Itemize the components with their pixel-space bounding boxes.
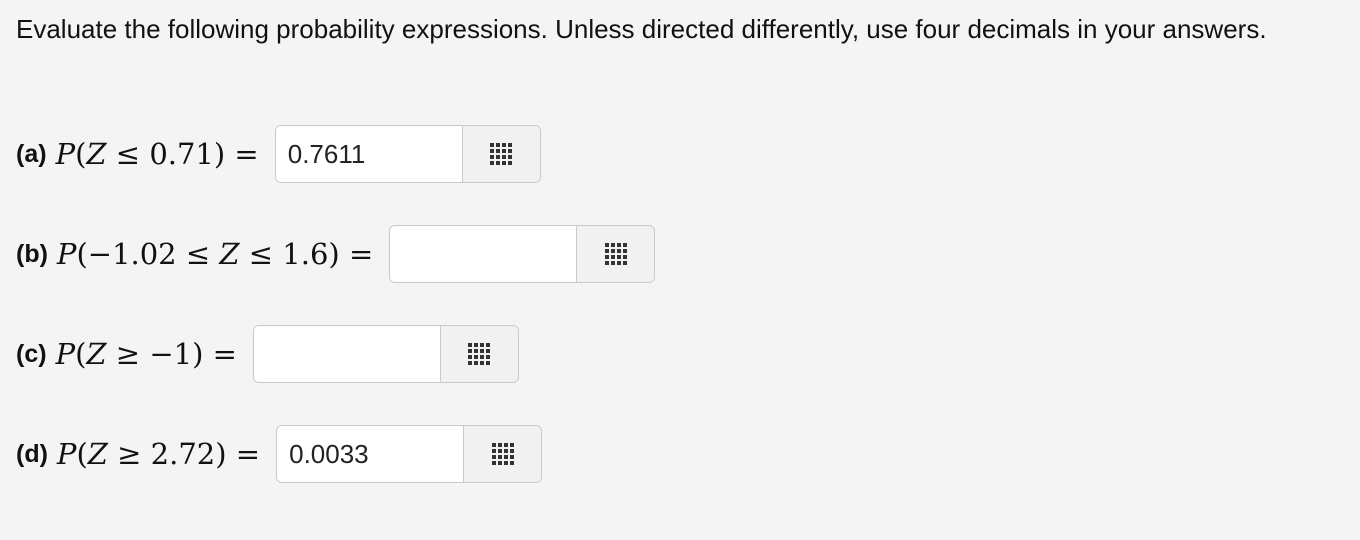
question-label: (c)	[16, 339, 47, 368]
keypad-grid-icon	[491, 443, 514, 465]
probability-expression: P(Z ≥ −1) =	[55, 337, 237, 371]
answer-group	[389, 225, 656, 283]
answer-input-b[interactable]	[390, 226, 578, 282]
answer-group	[274, 125, 541, 183]
question-label: (b)	[16, 239, 48, 268]
question-label: (a)	[16, 139, 47, 168]
answer-input-d[interactable]	[277, 426, 465, 482]
keypad-button-c[interactable]	[440, 326, 518, 382]
keypad-grid-icon	[604, 243, 627, 265]
question-b: (b) P(−1.02 ≤ Z ≤ 1.6) =	[16, 224, 656, 284]
question-a: (a) P(Z ≤ 0.71) =	[16, 124, 541, 184]
answer-group	[252, 325, 519, 383]
question-d: (d) P(Z ≥ 2.72) =	[16, 424, 543, 484]
keypad-button-a[interactable]	[462, 126, 540, 182]
keypad-grid-icon	[468, 343, 491, 365]
probability-expression: P(Z ≥ 2.72) =	[56, 437, 261, 471]
keypad-button-d[interactable]	[464, 426, 542, 482]
answer-input-a[interactable]	[275, 126, 463, 182]
answer-group	[276, 425, 543, 483]
question-c: (c) P(Z ≥ −1) =	[16, 324, 519, 384]
probability-expression: P(Z ≤ 0.71) =	[55, 137, 259, 171]
probability-expression: P(−1.02 ≤ Z ≤ 1.6) =	[56, 237, 374, 271]
keypad-grid-icon	[490, 143, 513, 165]
answer-input-c[interactable]	[253, 326, 441, 382]
instructions-text: Evaluate the following probability expre…	[16, 14, 1267, 44]
question-label: (d)	[16, 439, 48, 468]
keypad-button-b[interactable]	[577, 226, 655, 282]
